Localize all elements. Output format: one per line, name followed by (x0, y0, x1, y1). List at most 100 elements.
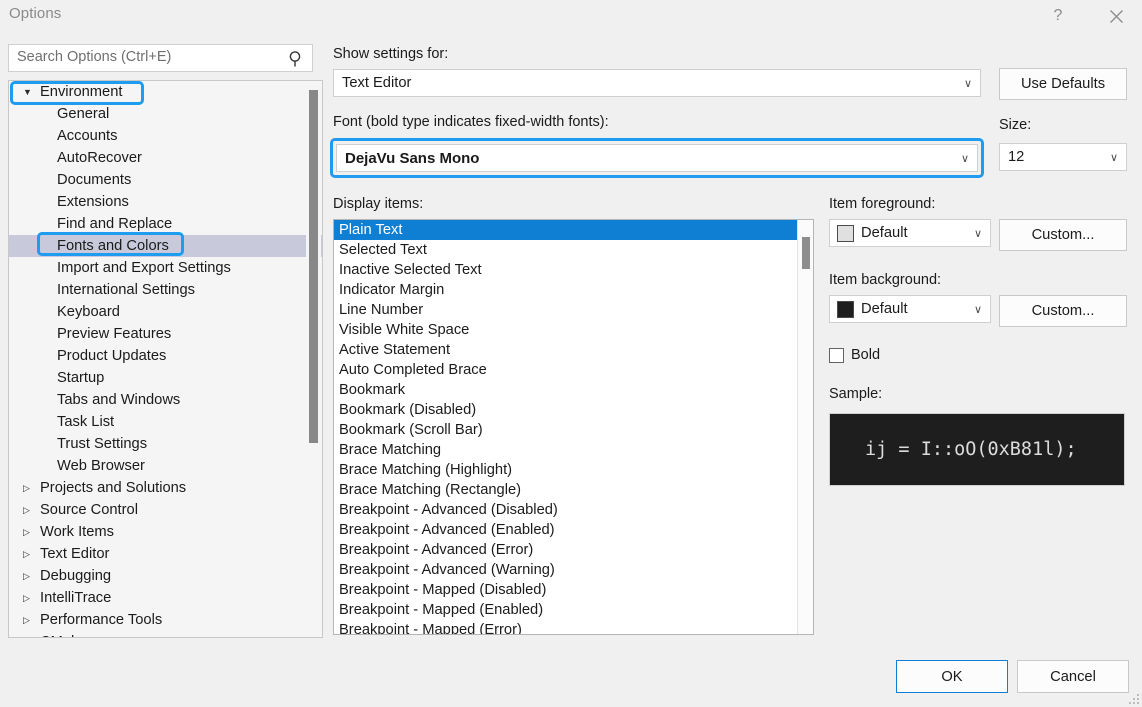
display-item-row[interactable]: Selected Text (334, 240, 813, 260)
help-button[interactable]: ? (1035, 0, 1081, 32)
ok-button[interactable]: OK (896, 660, 1008, 693)
tree-item-trust-settings[interactable]: Trust Settings (9, 433, 322, 455)
tree-item-product-updates[interactable]: Product Updates (9, 345, 322, 367)
display-item-row[interactable]: Brace Matching (Rectangle) (334, 480, 813, 500)
tree-item-accounts[interactable]: Accounts (9, 125, 322, 147)
display-items-scrollbar-thumb[interactable] (802, 237, 810, 269)
tree-item-label: Trust Settings (57, 436, 148, 452)
display-item-row[interactable]: Breakpoint - Advanced (Warning) (334, 560, 813, 580)
font-dropdown[interactable]: DejaVu Sans Mono ∨ (336, 144, 978, 172)
font-label: Font (bold type indicates fixed-width fo… (333, 114, 609, 130)
tree-item-find-and-replace[interactable]: Find and Replace (9, 213, 322, 235)
tree-item-performance-tools[interactable]: ▷ Performance Tools (9, 609, 322, 631)
tree-item-general[interactable]: General (9, 103, 322, 125)
tree-item-label: Work Items (40, 524, 114, 540)
tree-item-tabs-and-windows[interactable]: Tabs and Windows (9, 389, 322, 411)
tree-scrollbar-thumb[interactable] (309, 90, 318, 443)
chevron-right-icon[interactable]: ▷ (23, 565, 37, 587)
display-items-scrollbar[interactable] (797, 220, 813, 634)
tree-item-projects-and-solutions[interactable]: ▷ Projects and Solutions (9, 477, 322, 499)
tree-item-web-browser[interactable]: Web Browser (9, 455, 322, 477)
bold-checkbox-box[interactable] (829, 347, 844, 363)
item-foreground-dropdown[interactable]: Default ∨ (829, 219, 991, 247)
item-background-dropdown[interactable]: Default ∨ (829, 295, 991, 323)
display-item-row[interactable]: Bookmark (Scroll Bar) (334, 420, 813, 440)
tree-item-label: Source Control (40, 502, 138, 518)
tree-item-preview-features[interactable]: Preview Features (9, 323, 322, 345)
display-item-row[interactable]: Brace Matching (334, 440, 813, 460)
tree-item-documents[interactable]: Documents (9, 169, 322, 191)
tree-item-label: Environment (40, 84, 123, 100)
chevron-down-icon[interactable]: ▼ (23, 81, 37, 103)
chevron-right-icon[interactable]: ▷ (23, 477, 37, 499)
bold-checkbox[interactable]: Bold (829, 347, 880, 363)
search-input[interactable]: Search Options (Ctrl+E) (8, 44, 313, 72)
display-item-row[interactable]: Bookmark (Disabled) (334, 400, 813, 420)
chevron-down-icon: ∨ (1109, 151, 1119, 164)
chevron-right-icon[interactable]: ▷ (23, 543, 37, 565)
display-items-list[interactable]: Plain Text Selected Text Inactive Selected… (333, 219, 814, 635)
display-item-row[interactable]: Breakpoint - Mapped (Disabled) (334, 580, 813, 600)
tree-item-text-editor[interactable]: ▷ Text Editor (9, 543, 322, 565)
tree-item-import-and-export-settings[interactable]: Import and Export Settings (9, 257, 322, 279)
question-mark-icon: ? (1053, 7, 1063, 24)
tree-item-label: Debugging (40, 568, 112, 584)
tree-item-keyboard[interactable]: Keyboard (9, 301, 322, 323)
item-background-label: Item background: (829, 272, 942, 288)
display-item-row[interactable]: Breakpoint - Mapped (Enabled) (334, 600, 813, 620)
tree-item-label: Accounts (57, 128, 118, 144)
display-item-row[interactable]: Auto Completed Brace (334, 360, 813, 380)
tree-item-label: CMake (40, 634, 87, 637)
tree-item-startup[interactable]: Startup (9, 367, 322, 389)
chevron-right-icon[interactable]: ▷ (23, 631, 37, 637)
chevron-right-icon[interactable]: ▷ (23, 587, 37, 609)
tree-item-cmake[interactable]: ▷CMake (9, 631, 322, 637)
display-item-row[interactable]: Line Number (334, 300, 813, 320)
display-item-row[interactable]: Breakpoint - Advanced (Error) (334, 540, 813, 560)
show-settings-for-label: Show settings for: (333, 46, 449, 62)
sample-label: Sample: (829, 386, 883, 402)
display-item-row[interactable]: Breakpoint - Mapped (Error) (334, 620, 813, 634)
tree-item-label: AutoRecover (57, 150, 142, 166)
display-item-row[interactable]: Inactive Selected Text (334, 260, 813, 280)
display-item-row[interactable]: Breakpoint - Advanced (Enabled) (334, 520, 813, 540)
display-item-row[interactable]: Bookmark (334, 380, 813, 400)
chevron-right-icon[interactable]: ▷ (23, 609, 37, 631)
tree-item-autorecover[interactable]: AutoRecover (9, 147, 322, 169)
chevron-right-icon[interactable]: ▷ (23, 499, 37, 521)
display-item-row[interactable]: Indicator Margin (334, 280, 813, 300)
options-tree[interactable]: ▼ Environment General Accounts AutoRecover Do… (8, 80, 323, 638)
use-defaults-button[interactable]: Use Defaults (999, 68, 1127, 100)
tree-item-label: Product Updates (57, 348, 167, 364)
tree-item-intellitrace[interactable]: ▷ IntelliTrace (9, 587, 322, 609)
tree-item-source-control[interactable]: ▷ Source Control (9, 499, 322, 521)
cancel-button[interactable]: Cancel (1017, 660, 1129, 693)
display-item-row[interactable]: Visible White Space (334, 320, 813, 340)
tree-item-label: IntelliTrace (40, 590, 112, 606)
foreground-color-swatch (837, 224, 854, 242)
tree-item-debugging[interactable]: ▷ Debugging (9, 565, 322, 587)
tree-item-extensions[interactable]: Extensions (9, 191, 322, 213)
tree-item-work-items[interactable]: ▷ Work Items (9, 521, 322, 543)
display-items-label: Display items: (333, 196, 424, 212)
font-value: DejaVu Sans Mono (345, 149, 480, 167)
background-custom-button[interactable]: Custom... (999, 295, 1127, 327)
chevron-right-icon[interactable]: ▷ (23, 521, 37, 543)
chevron-down-icon: ∨ (960, 152, 970, 165)
display-item-row[interactable]: Brace Matching (Highlight) (334, 460, 813, 480)
tree-item-international-settings[interactable]: International Settings (9, 279, 322, 301)
tree-scrollbar[interactable] (306, 82, 321, 636)
tree-item-fonts-and-colors[interactable]: Fonts and Colors (9, 235, 322, 257)
close-button[interactable] (1093, 0, 1139, 32)
tree-item-label: Text Editor (40, 546, 110, 562)
show-settings-for-dropdown[interactable]: Text Editor ∨ (333, 69, 981, 97)
size-dropdown[interactable]: 12 ∨ (999, 143, 1127, 171)
display-item-row[interactable]: Breakpoint - Advanced (Disabled) (334, 500, 813, 520)
tree-item-environment[interactable]: ▼ Environment (9, 81, 322, 103)
display-item-row[interactable]: Active Statement (334, 340, 813, 360)
tree-item-label: General (57, 106, 110, 122)
display-item-row[interactable]: Plain Text (334, 220, 813, 240)
foreground-custom-button[interactable]: Custom... (999, 219, 1127, 251)
tree-item-task-list[interactable]: Task List (9, 411, 322, 433)
resize-grip-icon[interactable] (1127, 692, 1139, 704)
